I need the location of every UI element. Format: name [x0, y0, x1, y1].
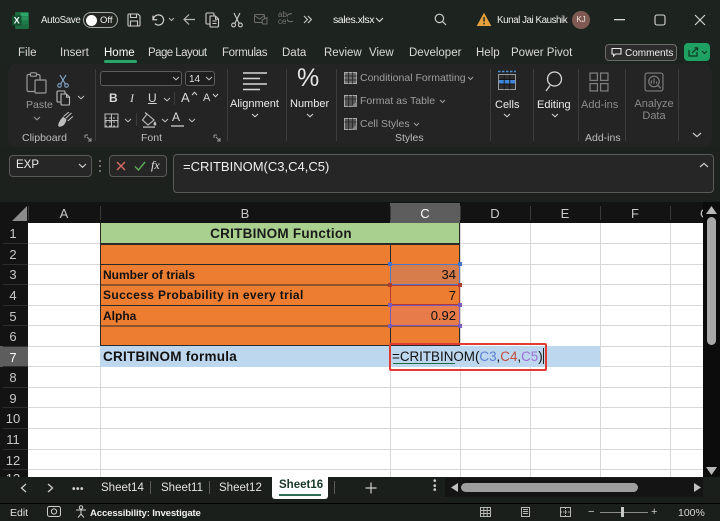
- svg-text:X: X: [14, 16, 20, 26]
